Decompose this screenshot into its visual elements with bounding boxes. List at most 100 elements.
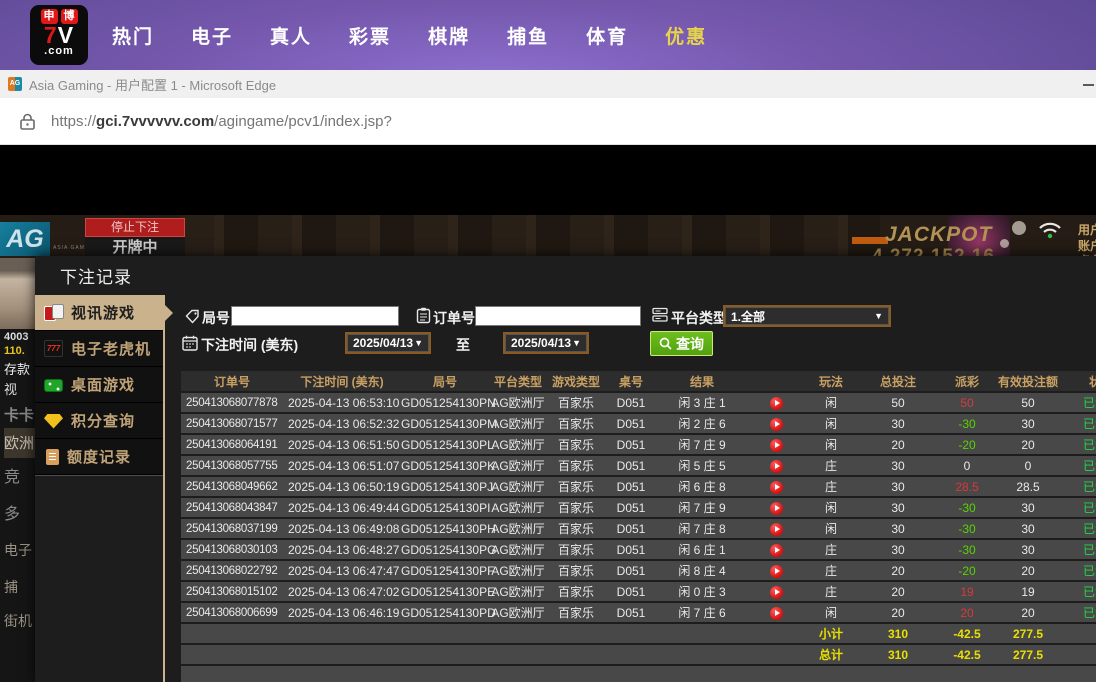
- bet-cell: 闲 6 庄 8: [657, 477, 747, 496]
- bokeh-dot: [1000, 239, 1009, 248]
- column-header: 派彩: [939, 371, 995, 391]
- bet-cell: 30: [995, 498, 1061, 517]
- summary-cell: [747, 624, 805, 643]
- bet-cell: 百家乐: [547, 456, 605, 475]
- underlying-sidebar-item[interactable]: 竞: [4, 463, 20, 487]
- replay-button[interactable]: [769, 480, 783, 494]
- bet-cell: 已派彩: [1061, 477, 1096, 496]
- replay-button[interactable]: [769, 459, 783, 473]
- underlying-sidebar-item[interactable]: 多: [4, 500, 20, 524]
- column-header: 有效投注额: [995, 371, 1061, 391]
- bet-cell: 已派彩: [1061, 414, 1096, 433]
- platform-type-select[interactable]: 1.全部 ▼: [723, 305, 891, 327]
- underlying-sidebar-item[interactable]: 欧洲: [4, 428, 35, 458]
- replay-button[interactable]: [769, 438, 783, 452]
- nav-item-8[interactable]: 优惠: [665, 22, 707, 49]
- nav-item-3[interactable]: 真人: [270, 22, 312, 49]
- table-games-icon: [44, 379, 63, 392]
- underlying-sidebar-item[interactable]: 街机: [4, 611, 32, 631]
- site-logo[interactable]: 申 博 7V .com: [30, 5, 88, 65]
- replay-cell: [747, 582, 805, 601]
- bet-cell: 闲 7 庄 6: [657, 603, 747, 622]
- nav-item-4[interactable]: 彩票: [349, 22, 391, 49]
- summary-cell: -42.5: [939, 624, 995, 643]
- summary-cell: 277.5: [995, 645, 1061, 664]
- underlying-sidebar-item[interactable]: 110.: [4, 345, 25, 357]
- avatar[interactable]: [0, 258, 35, 329]
- dealing-banner: 开牌中: [85, 237, 185, 258]
- underlying-sidebar-item[interactable]: 存款: [4, 359, 30, 378]
- bet-cell: 250413068077878: [181, 393, 283, 412]
- date-from-select[interactable]: 2025/04/13 ▼: [345, 332, 431, 354]
- nav-item-5[interactable]: 棋牌: [428, 22, 470, 49]
- bet-table-head: 订单号下注时间 (美东)局号平台类型游戏类型桌号结果 玩法总投注派彩有效投注额状态: [181, 371, 1096, 391]
- bet-cell: 已派彩: [1061, 498, 1096, 517]
- nav-item-1[interactable]: 热门: [112, 22, 154, 49]
- bet-cell: 百家乐: [547, 498, 605, 517]
- bet-cell: AG欧洲厅: [489, 456, 547, 475]
- replay-button[interactable]: [769, 585, 783, 599]
- jackpot-bar-decoration: [852, 237, 888, 244]
- sidebar-item-4[interactable]: 积分查询: [35, 403, 164, 439]
- summary-cell: 小计: [805, 624, 857, 643]
- nav-item-7[interactable]: 体育: [586, 22, 628, 49]
- bet-table-body: 250413068077878 2025-04-13 06:53:10 GD0512…: [181, 393, 1096, 682]
- minimize-button[interactable]: [1083, 84, 1094, 86]
- bet-row: 250413068057755 2025-04-13 06:51:07 GD0512…: [181, 456, 1096, 475]
- replay-button[interactable]: [769, 501, 783, 515]
- replay-button[interactable]: [769, 417, 783, 431]
- bet-cell: GD051254130PH: [401, 519, 496, 538]
- sidebar-item-3[interactable]: 桌面游戏: [35, 367, 164, 403]
- bet-cell: AG欧洲厅: [489, 435, 547, 454]
- summary-cell: 277.5: [995, 624, 1061, 643]
- bet-cell: 2025-04-13 06:52:32: [283, 414, 401, 433]
- bet-cell: 闲 0 庄 3: [657, 582, 747, 601]
- bg-username-label: 用户名: [1078, 223, 1096, 237]
- bet-cell: GD051254130PD: [401, 603, 496, 622]
- order-number-input[interactable]: [475, 306, 641, 326]
- underlying-sidebar-item[interactable]: 卡卡: [4, 404, 34, 425]
- bet-cell: 30: [995, 540, 1061, 559]
- address-bar[interactable]: https://gci.7vvvvvv.com/agingame/pcv1/in…: [0, 98, 1096, 145]
- nav-item-6[interactable]: 捕鱼: [507, 22, 549, 49]
- calendar-icon: [182, 335, 198, 351]
- underlying-sidebar-item[interactable]: 捕: [4, 577, 18, 597]
- bet-cell: GD051254130PM: [401, 414, 497, 433]
- bet-cell: 19: [939, 582, 995, 601]
- bet-cell: 28.5: [939, 477, 995, 496]
- replay-button[interactable]: [769, 396, 783, 410]
- bet-cell: -30: [939, 519, 995, 538]
- empty-cell: [401, 666, 489, 682]
- date-to-select[interactable]: 2025/04/13 ▼: [503, 332, 589, 354]
- jackpot-label: JACKPOT: [885, 223, 993, 246]
- replay-button[interactable]: [769, 606, 783, 620]
- bet-time-label: 下注时间 (美东): [201, 337, 299, 353]
- sidebar-item-2[interactable]: 777 电子老虎机: [35, 331, 164, 367]
- replay-button[interactable]: [769, 543, 783, 557]
- search-button-label: 查询: [676, 335, 704, 352]
- subtotal-row: 小计 310 -42.5 277.5: [181, 624, 1096, 643]
- bet-cell: 已派彩: [1061, 582, 1096, 601]
- ag-logo: AG: [0, 222, 50, 256]
- replay-button[interactable]: [769, 522, 783, 536]
- tab-favicon: AG: [8, 77, 22, 91]
- search-button[interactable]: 查询: [650, 331, 713, 356]
- column-header: 结果: [657, 371, 747, 391]
- bet-cell: 250413068043847: [181, 498, 283, 517]
- url-text[interactable]: https://gci.7vvvvvv.com/agingame/pcv1/in…: [51, 113, 392, 130]
- bet-cell: 30: [857, 456, 939, 475]
- underlying-sidebar-item[interactable]: 4003: [4, 331, 28, 343]
- summary-cell: [747, 645, 805, 664]
- replay-button[interactable]: [769, 564, 783, 578]
- bet-cell: 已派彩: [1061, 603, 1096, 622]
- sidebar-item-5[interactable]: 额度记录: [35, 439, 164, 475]
- underlying-sidebar-item[interactable]: 电子: [4, 540, 32, 560]
- bet-cell: 2025-04-13 06:49:08: [283, 519, 401, 538]
- sidebar-item-1[interactable]: 视讯游戏: [35, 295, 173, 331]
- underlying-sidebar-item[interactable]: 视: [4, 379, 17, 398]
- empty-cell: [857, 666, 939, 682]
- round-number-input[interactable]: [231, 306, 399, 326]
- nav-item-2[interactable]: 电子: [191, 22, 233, 49]
- summary-cell: -42.5: [939, 645, 995, 664]
- bet-cell: 30: [995, 414, 1061, 433]
